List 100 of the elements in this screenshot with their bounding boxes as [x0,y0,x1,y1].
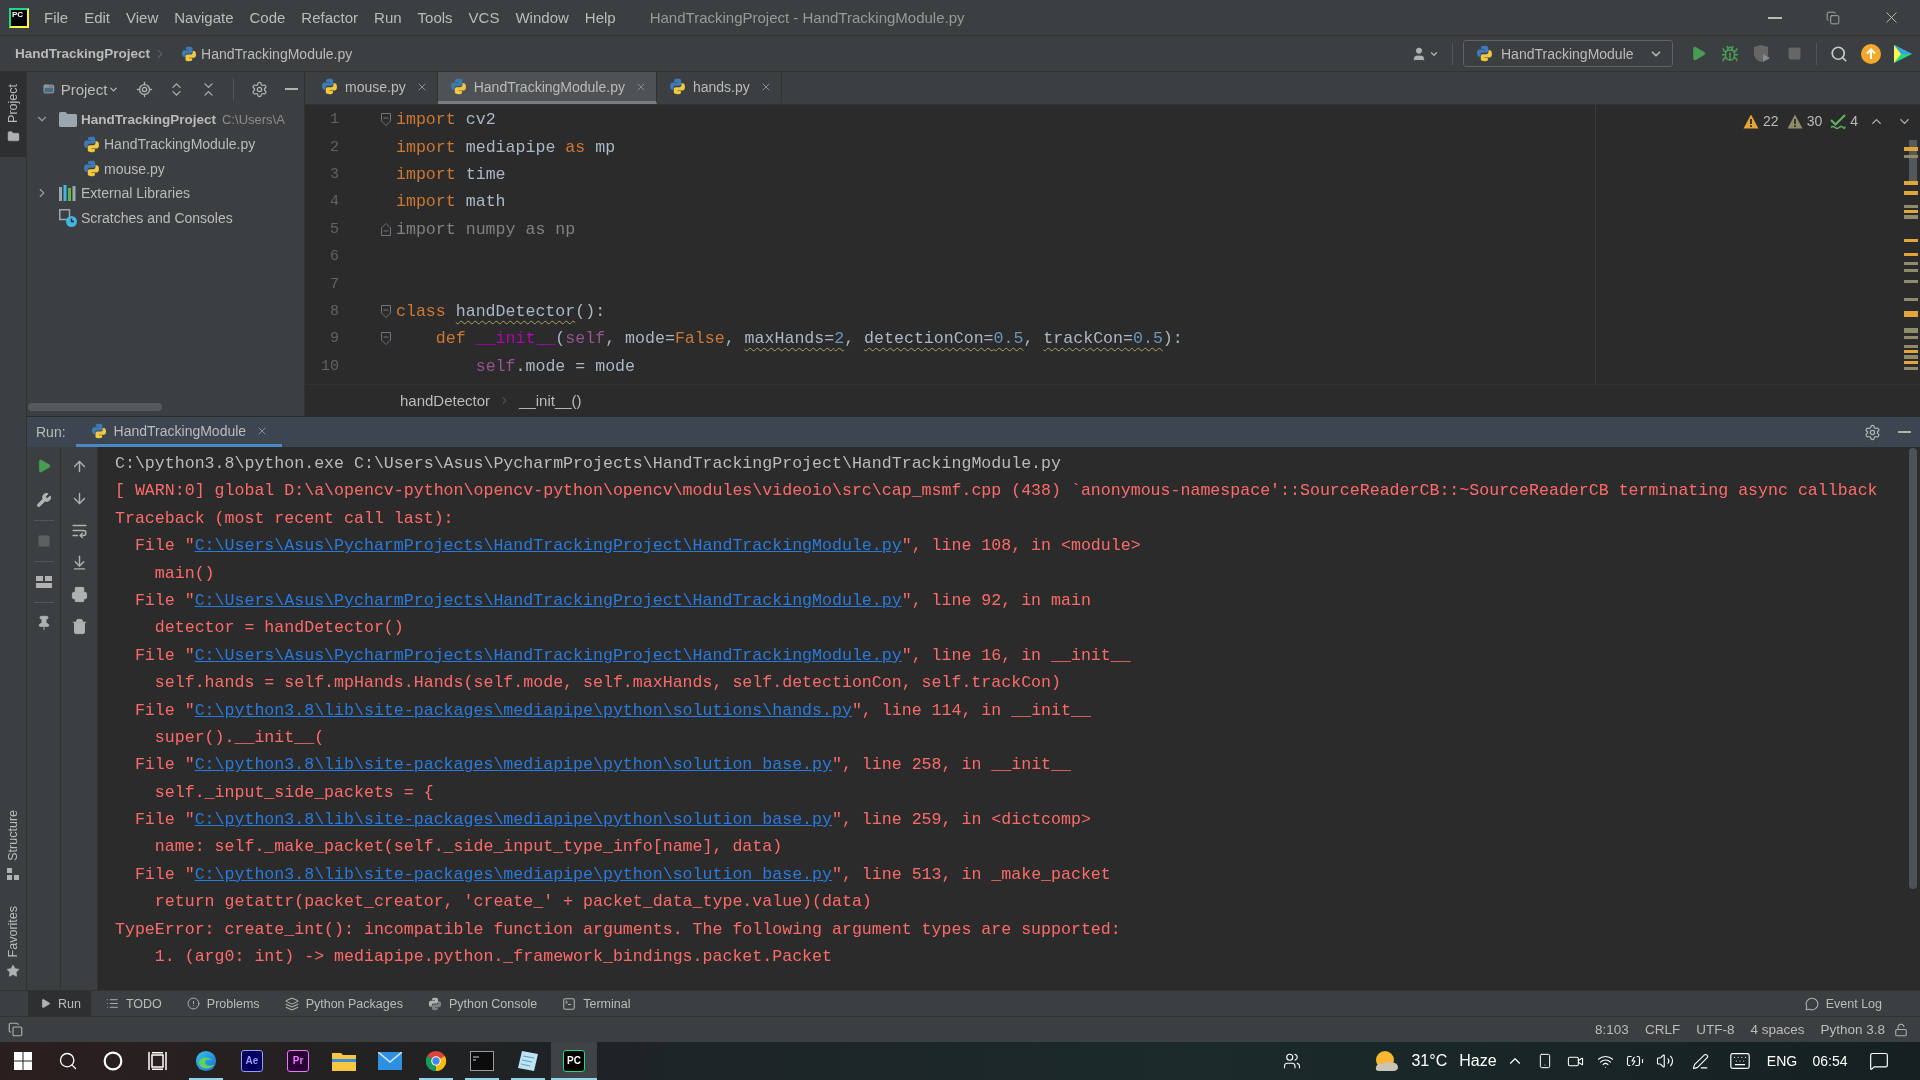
console-line: File "C:\Users\Asus\PycharmProjects\HandTrackingProject\HandTrackingModule.py", line 108, in <module> [134,535,1141,558]
breadcrumb-item[interactable]: handDetector [400,392,491,409]
line-number: 5 [329,220,339,238]
ring-icon [102,1051,123,1071]
view-dropdown[interactable]: Project [60,80,120,98]
triangle-logo-icon [1893,43,1913,64]
console-line: self._input_side_packets = { [154,781,434,804]
console-line: File "C:\Users\Asus\PycharmProjects\HandTrackingProject\HandTrackingModule.py", line 92, in main [134,589,1091,612]
menu-item[interactable]: Window [507,0,577,35]
tool-window-button[interactable]: Run [28,991,91,1016]
status-item[interactable]: UTF-8 [1689,1022,1742,1037]
trash-icon [70,617,88,635]
file-link[interactable]: C:\Users\Asus\PycharmProjects\HandTrackingProject\HandTrackingModule.py [194,536,902,556]
tool-window-button[interactable]: Python Console [415,991,548,1016]
breadcrumb-item[interactable]: HandTrackingModule.py [201,45,353,62]
console-line: 1. (arg0: int) -> mediapipe.python._framework_bindings.packet.Packet [154,946,832,969]
up-arrow-circle-icon [1861,43,1881,64]
run-configuration-dropdown[interactable]: HandTrackingModule [1463,40,1673,67]
console-line: Traceback (most recent call last): [115,507,454,530]
event-log-button[interactable]: Event Log [1804,996,1882,1011]
file-link[interactable]: C:\python3.8\lib\site-packages\mediapipe\python\solution_base.py [194,755,832,775]
tool-window-button[interactable]: Terminal [550,991,641,1016]
menu-item[interactable]: Help [576,0,624,35]
tool-window-button[interactable]: Project [0,72,26,157]
menu-item[interactable]: Tools [409,0,461,35]
tree-item[interactable]: mouse.py [104,160,165,177]
file-link[interactable]: C:\python3.8\lib\site-packages\mediapipe\python\solution_base.py [194,864,832,884]
folder-icon [332,1051,356,1071]
taskbar-button[interactable]: PC [551,1042,597,1080]
python-file-icon [83,160,100,178]
breadcrumb-item[interactable]: __init__() [519,392,582,409]
file-link[interactable]: C:\Users\Asus\PycharmProjects\HandTrackingProject\HandTrackingModule.py [194,645,902,665]
tool-window-button[interactable]: Python Packages [272,991,413,1016]
folder-icon [6,129,20,143]
tool-window-button[interactable]: Favorites [0,899,26,984]
menu-item[interactable]: Refactor [293,0,367,35]
file-link[interactable]: C:\Users\Asus\PycharmProjects\HandTrackingProject\HandTrackingModule.py [194,590,902,610]
python-file-icon [668,78,686,95]
tool-window-button[interactable]: Problems [174,991,270,1016]
tree-item[interactable]: HandTrackingModule.py [104,136,256,153]
file-clock-icon [59,209,77,228]
code-line: import cv2 [396,110,496,130]
panel-label: Run: [36,423,66,442]
line-number: 2 [329,138,339,156]
menu-item[interactable]: VCS [460,0,508,35]
code-line: self.mode = mode [475,356,635,376]
console-line: self.hands = self.mpHands.Hands(self.mode, self.maxHands, self.detectionCon, self.trackCon) [154,672,1061,695]
line-number: 3 [329,165,339,183]
menu-item[interactable]: Code [241,0,294,35]
fold-marker-icon[interactable] [381,332,391,346]
console-line: File "C:\Users\Asus\PycharmProjects\HandTrackingProject\HandTrackingModule.py", line 16, in __init__ [134,644,1131,667]
python-file-icon [83,135,100,153]
search-icon [1830,44,1848,63]
python-icon [427,996,442,1011]
menu-item[interactable]: File [36,0,77,35]
keyboard-icon [1729,1050,1751,1072]
menu-item[interactable]: Navigate [166,0,242,35]
unlocked-lock-icon[interactable] [1894,1022,1908,1037]
restore-icon [1826,10,1840,25]
editor-tab[interactable]: HandTrackingModule.py [437,72,657,104]
line-number: 9 [329,330,339,348]
fold-marker-icon[interactable] [381,304,391,318]
bug-icon [1721,44,1739,63]
code-line: class handDetector(): [396,301,606,321]
inspection-counter[interactable]: 4 [1830,113,1858,129]
file-link[interactable]: C:\python3.8\lib\site-packages\mediapipe\python\solutions\hands.py [194,700,852,720]
status-item[interactable]: Python 3.8 [1813,1022,1892,1037]
clock-button[interactable]: 06:54 [1804,1042,1856,1080]
tree-item[interactable]: External Libraries [81,185,190,202]
inspection-counter[interactable]: 22 [1743,113,1779,129]
code-line: import numpy as np [396,219,576,239]
fold-marker-icon[interactable] [381,222,391,236]
language-button[interactable]: ENG [1760,1042,1804,1080]
taskbar-button[interactable]: Pr [275,1042,321,1080]
app-logo: PC [563,1050,585,1072]
four-squares-icon [13,1052,32,1070]
terminal-icon [562,996,577,1011]
stacked-squares-icon[interactable] [8,1022,23,1037]
breadcrumb-item[interactable]: HandTrackingProject [15,46,151,61]
tool-window-button[interactable]: Structure [0,803,26,886]
fold-marker-icon[interactable] [381,113,391,127]
file-link[interactable]: C:\python3.8\lib\site-packages\mediapipe\python\solution_base.py [194,810,832,830]
status-item[interactable]: CRLF [1637,1022,1688,1037]
tool-window-button[interactable]: TODO [93,991,172,1016]
tree-item[interactable]: HandTrackingProject [81,111,217,127]
status-item[interactable]: 4 spaces [1743,1022,1812,1037]
tree-item[interactable]: Scratches and Consoles [81,210,233,227]
menu-item[interactable]: Run [366,0,410,35]
menu-item[interactable]: View [118,0,167,35]
console-line: TypeError: create_int(): incompatible function arguments. The following argument types are supported: [115,918,1121,941]
taskbar-button[interactable]: Ae [229,1042,275,1080]
console-line: File "C:\python3.8\lib\site-packages\mediapipe\python\solutions\hands.py", line 114, in __init__ [134,699,1091,722]
play-icon [40,998,51,1009]
check-icon [1830,113,1847,129]
inspection-counter[interactable]: 30 [1786,113,1823,129]
people-icon [1283,1052,1301,1070]
weather-button[interactable]: 31°C Haze [1370,1042,1500,1080]
menu-item[interactable]: Edit [76,0,119,35]
python-file-icon [321,78,338,95]
status-item[interactable]: 8:103 [1588,1022,1636,1037]
